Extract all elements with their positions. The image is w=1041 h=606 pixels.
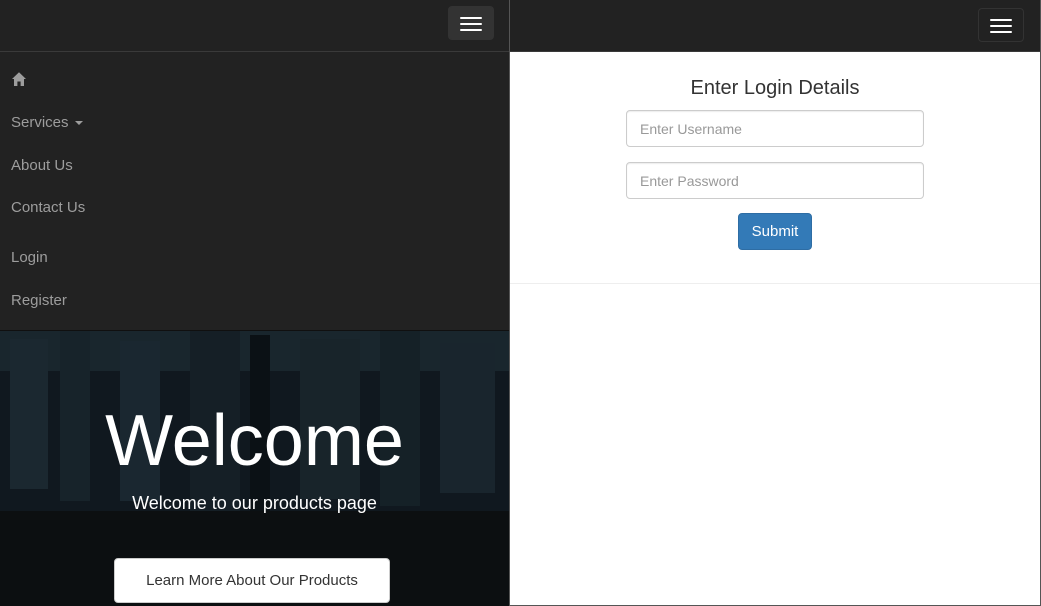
divider (510, 283, 1040, 284)
hero-section: Welcome Welcome to our products page Lea… (0, 331, 509, 606)
hero-subtitle: Welcome to our products page (132, 493, 377, 513)
nav-contact-link[interactable]: Contact Us (11, 199, 85, 216)
nav-services-label: Services (11, 114, 69, 131)
learn-more-button[interactable]: Learn More About Our Products (114, 558, 390, 603)
home-icon[interactable] (11, 71, 27, 87)
nav-services-dropdown[interactable]: Services (11, 114, 83, 131)
navbar (0, 0, 509, 52)
navbar (510, 0, 1040, 52)
login-title: Enter Login Details (690, 77, 860, 99)
hero-title: Welcome (105, 401, 404, 481)
nav-menu: Services About Us Contact Us Login Regis… (0, 53, 509, 331)
nav-register-link[interactable]: Register (11, 292, 67, 309)
hamburger-icon-bar (460, 29, 482, 31)
hamburger-icon-bar (460, 23, 482, 25)
hamburger-icon (460, 17, 482, 19)
password-field[interactable] (626, 162, 924, 199)
nav-login-link[interactable]: Login (11, 249, 48, 266)
caret-down-icon (74, 121, 83, 126)
nav-about-link[interactable]: About Us (11, 157, 73, 174)
hamburger-icon (990, 19, 1012, 21)
submit-button[interactable]: Submit (738, 213, 812, 250)
username-field[interactable] (626, 110, 924, 147)
mobile-login-view: Enter Login Details Submit (509, 0, 1041, 606)
hamburger-icon-bar (990, 25, 1012, 27)
hamburger-icon-bar (990, 31, 1012, 33)
menu-toggle-button[interactable] (448, 6, 494, 40)
mobile-home-view: Services About Us Contact Us Login Regis… (0, 0, 509, 606)
menu-toggle-button[interactable] (978, 8, 1024, 42)
